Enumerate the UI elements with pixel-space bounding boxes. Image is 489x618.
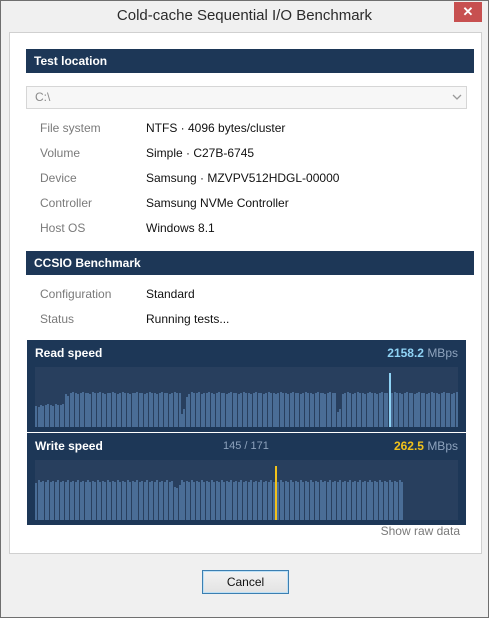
read-speed-title: Read speed bbox=[35, 346, 103, 360]
write-speed-value: 262.5 bbox=[393, 439, 424, 453]
status-value: Running tests... bbox=[146, 312, 230, 326]
write-progress: 145 / 171 bbox=[223, 440, 269, 452]
chevron-down-icon bbox=[452, 94, 462, 100]
info-value: Standard bbox=[146, 287, 195, 301]
info-label: Volume bbox=[40, 146, 81, 160]
window-title: Cold-cache Sequential I/O Benchmark bbox=[116, 7, 373, 24]
drive-select[interactable]: C:\ bbox=[26, 86, 467, 109]
cancel-button[interactable]: Cancel bbox=[202, 570, 289, 594]
chart-bar bbox=[455, 392, 458, 427]
chart-cursor-bar bbox=[274, 466, 277, 520]
read-speed-unit: MBps bbox=[427, 346, 458, 360]
drive-select-value: C:\ bbox=[35, 90, 51, 104]
info-value: Simple · C27B-6745 bbox=[146, 146, 255, 160]
read-speed-plot bbox=[35, 367, 458, 427]
test-location-header: Test location bbox=[26, 49, 474, 73]
benchmark-window: Cold-cache Sequential I/O Benchmark ✕ Te… bbox=[0, 0, 489, 618]
show-raw-data-link[interactable]: Show raw data bbox=[381, 524, 460, 538]
title-bar: Cold-cache Sequential I/O Benchmark ✕ bbox=[1, 1, 488, 32]
read-speed-chart: Read speed 2158.2 MBps bbox=[27, 340, 466, 432]
write-speed-title: Write speed bbox=[35, 439, 103, 453]
write-speed-unit: MBps bbox=[427, 439, 458, 453]
read-speed-readout: 2158.2 MBps bbox=[387, 346, 458, 360]
write-speed-chart: Write speed 145 / 171 262.5 MBps bbox=[27, 433, 466, 525]
info-label: Configuration bbox=[40, 287, 112, 301]
info-value: NTFS · 4096 bytes/cluster bbox=[146, 121, 286, 135]
write-speed-plot bbox=[35, 460, 458, 520]
ccsio-benchmark-header: CCSIO Benchmark bbox=[26, 251, 474, 275]
read-speed-value: 2158.2 bbox=[387, 346, 424, 360]
chart-bar bbox=[401, 482, 404, 520]
write-speed-readout: 262.5 MBps bbox=[394, 439, 458, 453]
info-label: File system bbox=[40, 121, 101, 135]
info-value: Samsung · MZVPV512HDGL-00000 bbox=[146, 171, 340, 185]
info-value: Samsung NVMe Controller bbox=[146, 196, 289, 210]
info-label: Status bbox=[40, 312, 75, 326]
close-button[interactable]: ✕ bbox=[454, 2, 482, 22]
chart-cursor-bar bbox=[388, 373, 391, 427]
info-label: Device bbox=[40, 171, 77, 185]
info-value: Windows 8.1 bbox=[146, 221, 215, 235]
dialog-content: Test location C:\ File system NTFS · 409… bbox=[9, 32, 482, 554]
info-label: Host OS bbox=[40, 221, 86, 235]
info-label: Controller bbox=[40, 196, 93, 210]
